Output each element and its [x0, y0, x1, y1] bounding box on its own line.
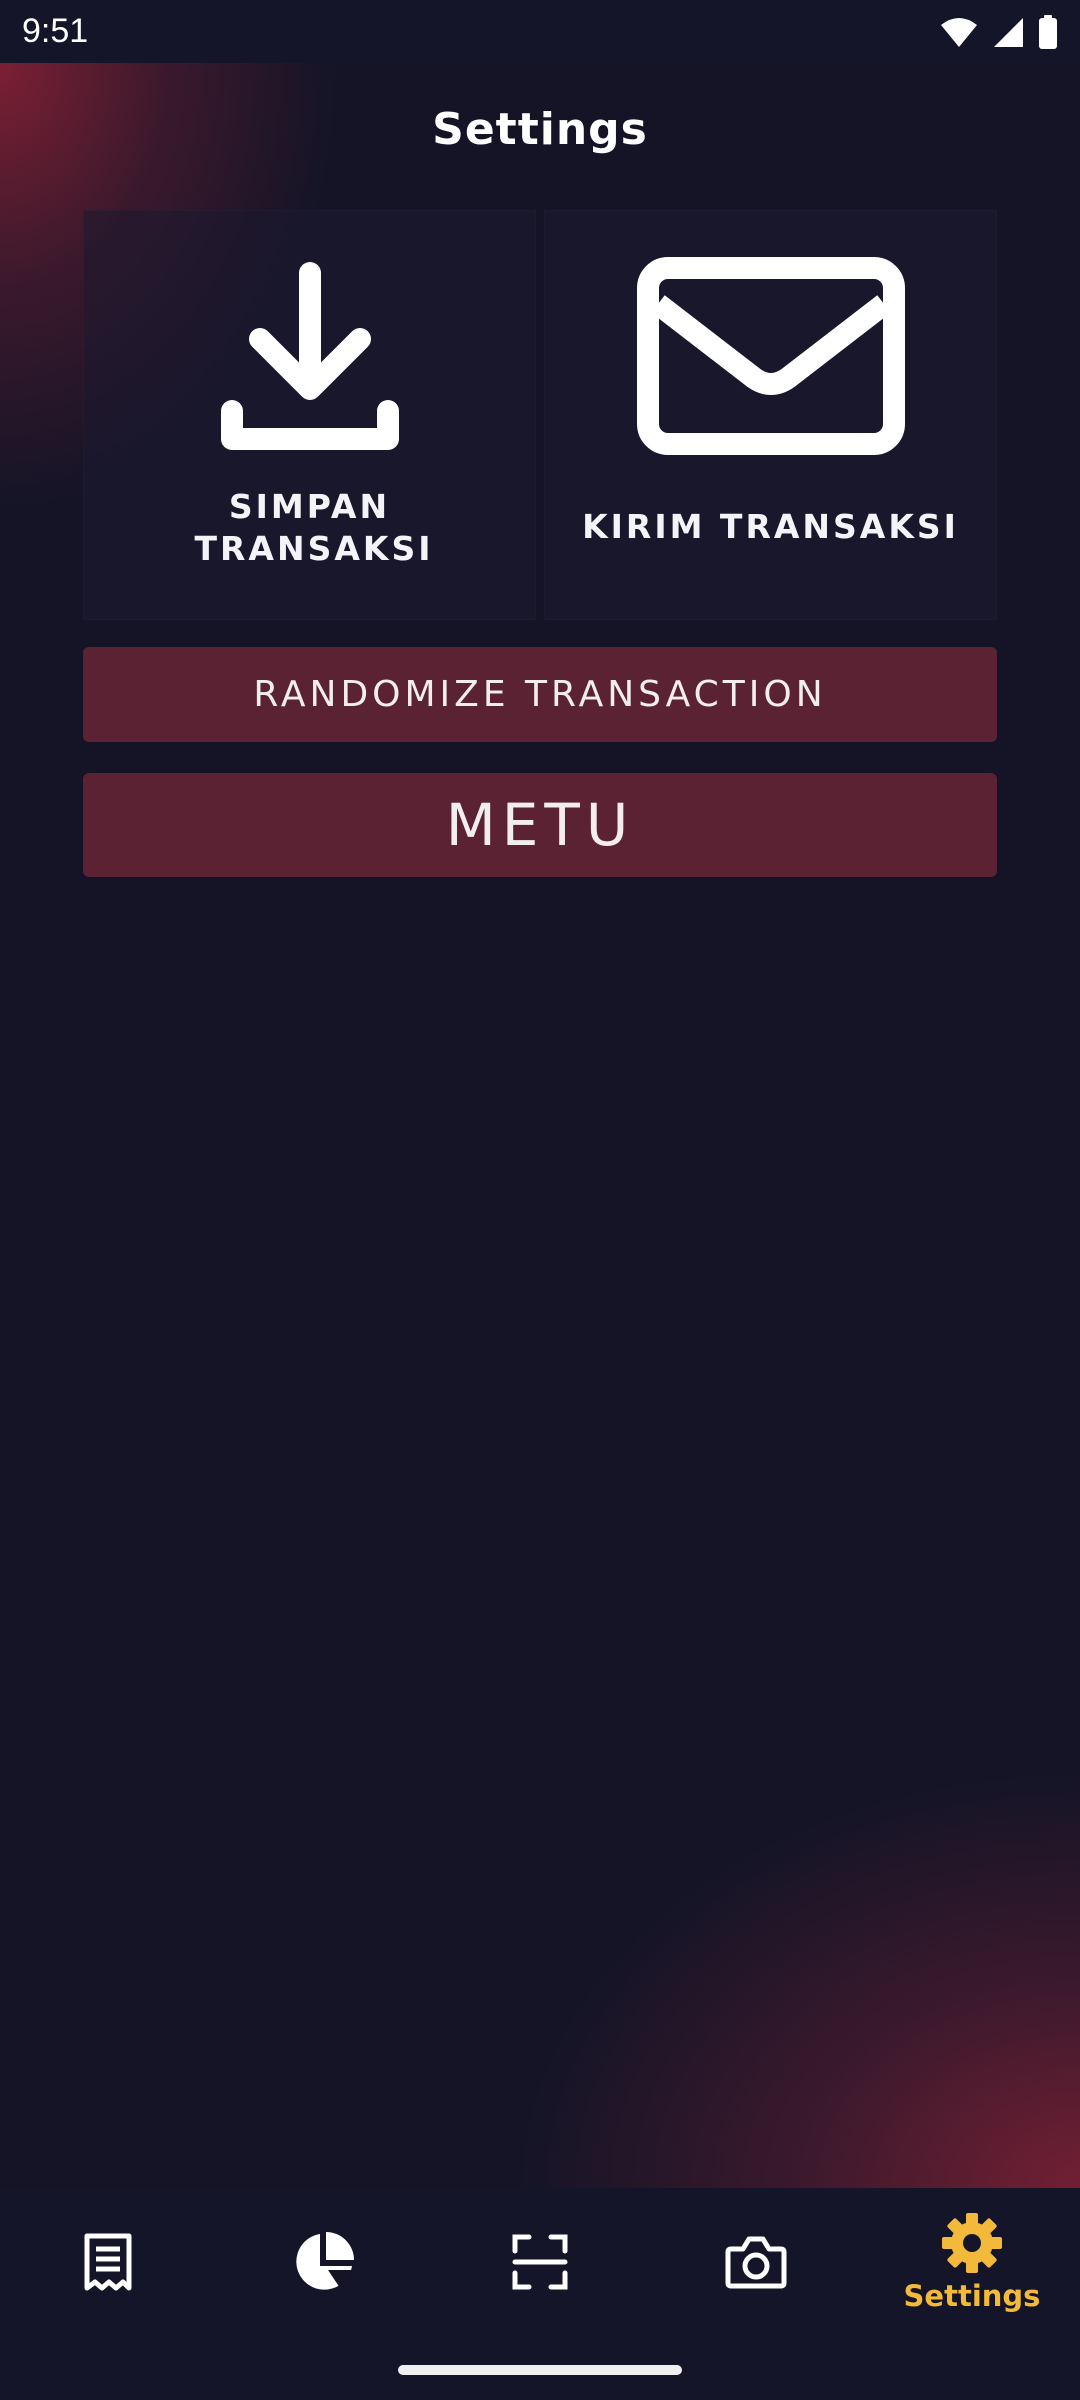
metu-button[interactable]: METU	[83, 773, 997, 877]
nav-item-scan[interactable]	[432, 2188, 648, 2335]
receipt-icon	[84, 2233, 132, 2290]
battery-icon	[1039, 14, 1057, 49]
gesture-area	[0, 2335, 1080, 2400]
camera-icon	[725, 2236, 787, 2288]
send-transactions-label: KIRIM TRANSAKSI	[582, 507, 959, 546]
mail-icon	[636, 256, 906, 456]
home-indicator[interactable]	[398, 2365, 682, 2375]
nav-item-transactions[interactable]	[0, 2188, 216, 2335]
settings-tiles: SIMPAN TRANSAKSI KIRIM TRANSAKSI	[83, 210, 997, 620]
nav-item-settings[interactable]: Settings	[864, 2188, 1080, 2335]
bottom-nav: Settings	[0, 2188, 1080, 2335]
page-title: Settings	[432, 104, 648, 155]
gear-icon	[942, 2212, 1002, 2273]
randomize-transaction-button[interactable]: RANDOMIZE TRANSACTION	[83, 647, 997, 742]
settings-screen: 9:51 Settings SIMPAN TRANSAKSI KIRIM TRA…	[0, 0, 1080, 2400]
status-time: 9:51	[22, 12, 89, 50]
status-icons	[940, 14, 1058, 49]
send-transactions-tile[interactable]: KIRIM TRANSAKSI	[544, 210, 997, 620]
status-bar: 9:51	[0, 0, 1080, 63]
nav-item-camera[interactable]	[648, 2188, 864, 2335]
download-icon	[220, 256, 400, 456]
background-glow-bottom	[360, 1630, 1080, 2190]
save-transactions-tile[interactable]: SIMPAN TRANSAKSI	[83, 210, 536, 620]
signal-icon	[994, 17, 1023, 47]
wifi-icon	[941, 17, 977, 47]
nav-item-statistics[interactable]	[216, 2188, 432, 2335]
nav-label-settings: Settings	[903, 2278, 1041, 2313]
scan-icon	[512, 2234, 568, 2289]
save-transactions-label: SIMPAN TRANSAKSI	[194, 487, 434, 568]
pie-chart-icon	[296, 2231, 354, 2290]
